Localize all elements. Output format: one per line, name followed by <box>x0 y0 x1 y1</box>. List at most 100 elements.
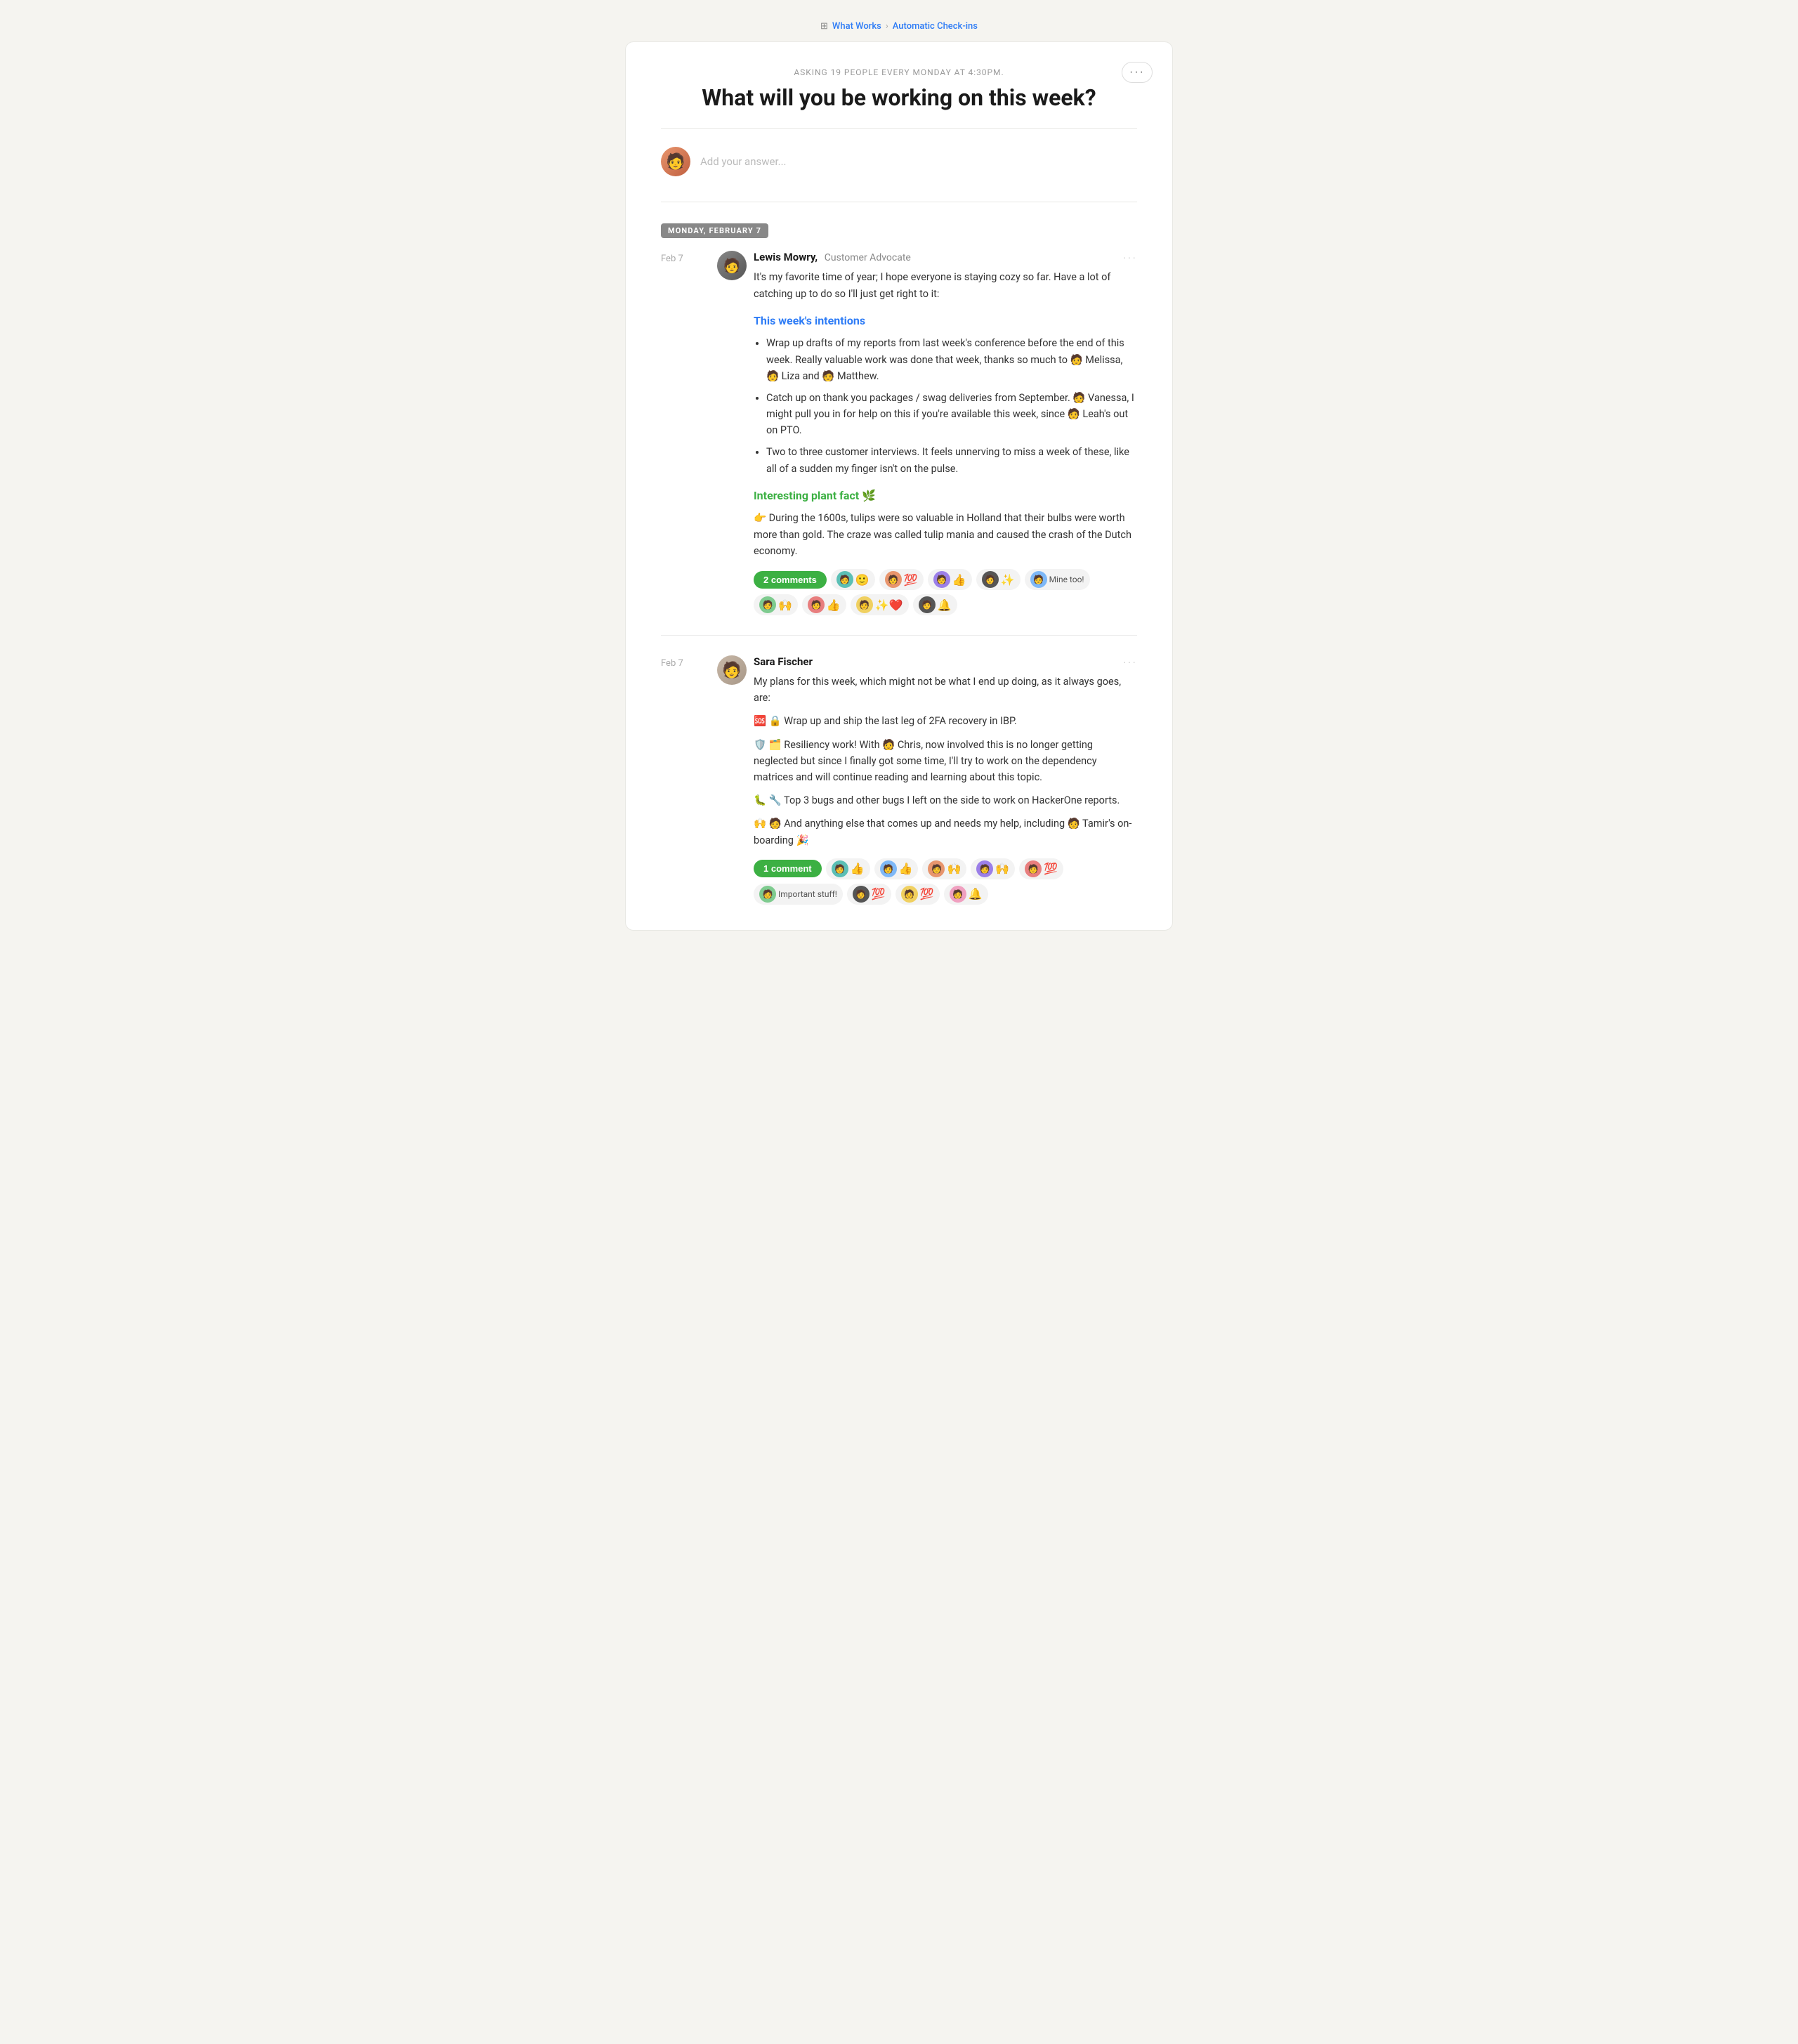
reaction-avatar: 🧑 <box>759 886 776 903</box>
bullet-item: Wrap up drafts of my reports from last w… <box>766 335 1137 384</box>
divider <box>661 128 1137 129</box>
reaction-chip[interactable]: 🧑 ✨❤️ <box>851 594 909 615</box>
reaction-chip-sara[interactable]: 🧑 💯 <box>1019 858 1063 879</box>
post-avatar-col: 🧑 <box>717 655 754 905</box>
post-body-lewis: Lewis Mowry, Customer Advocate ··· It's … <box>754 251 1137 615</box>
reaction-emoji: 🙌 <box>947 862 961 875</box>
reaction-avatar: 🧑 <box>933 571 950 588</box>
mine-too-label: Mine too! <box>1049 575 1084 584</box>
check-in-meta: Asking 19 people every Monday at 4:30pm. <box>661 67 1137 77</box>
reaction-chip-sara[interactable]: 🧑 👍 <box>826 858 870 879</box>
sara-line-4: 🙌 🧑 And anything else that comes up and … <box>754 815 1137 848</box>
reaction-chip-sara[interactable]: 🧑 🙌 <box>971 858 1015 879</box>
reaction-emoji: 🔔 <box>938 598 952 612</box>
comments-button-lewis[interactable]: 2 comments <box>754 571 827 589</box>
post-header-sara: Sara Fischer ··· <box>754 655 1137 668</box>
main-card: ··· Asking 19 people every Monday at 4:3… <box>625 41 1173 931</box>
reaction-chip-sara[interactable]: 🧑 👍 <box>874 858 919 879</box>
reaction-emoji: 💯 <box>872 887 886 900</box>
post-text: It's my favorite time of year; I hope ev… <box>754 269 1137 559</box>
post-more-button[interactable]: ··· <box>1123 251 1137 263</box>
reaction-avatar: 🧑 <box>1025 860 1042 877</box>
post-date: Feb 7 <box>661 251 717 615</box>
reaction-avatar: 🧑 <box>928 860 945 877</box>
reaction-avatar: 🧑 <box>950 886 966 903</box>
post-author: Lewis Mowry, <box>754 251 818 263</box>
reaction-emoji: 🙂 <box>855 573 870 587</box>
post-date: Feb 7 <box>661 655 717 905</box>
sara-line-2: 🛡️ 🗂️ Resiliency work! With 🧑 Chris, now… <box>754 737 1137 786</box>
post-author-line: Lewis Mowry, Customer Advocate <box>754 251 911 263</box>
important-stuff-reaction[interactable]: 🧑 Important stuff! <box>754 884 843 905</box>
reaction-chip[interactable]: 🧑 💯 <box>879 569 924 590</box>
reaction-emoji: 💯 <box>1044 862 1058 875</box>
reaction-emoji: 💯 <box>904 573 918 587</box>
sara-intro: My plans for this week, which might not … <box>754 674 1137 706</box>
more-options-button[interactable]: ··· <box>1122 62 1153 83</box>
reaction-emoji: ✨ <box>1001 573 1015 587</box>
bullet-item: Catch up on thank you packages / swag de… <box>766 390 1137 439</box>
post-avatar-col: 🧑 <box>717 251 754 615</box>
reaction-emoji: 👍 <box>827 598 841 612</box>
reaction-avatar: 🧑 <box>880 860 897 877</box>
bullet-item: Two to three customer interviews. It fee… <box>766 444 1137 476</box>
post-header: Lewis Mowry, Customer Advocate ··· <box>754 251 1137 263</box>
reaction-chip-sara[interactable]: 🧑 🔔 <box>944 884 988 905</box>
bullet-list: Wrap up drafts of my reports from last w… <box>766 335 1137 477</box>
post-text-sara: My plans for this week, which might not … <box>754 674 1137 849</box>
post-lewis: Feb 7 🧑 Lewis Mowry, Customer Advocate ·… <box>661 251 1137 636</box>
current-user-avatar: 🧑 <box>661 147 690 176</box>
post-more-button-sara[interactable]: ··· <box>1123 656 1137 667</box>
reaction-chip[interactable]: 🧑 🙂 <box>831 569 875 590</box>
section-heading-intentions: This week's intentions <box>754 312 1137 330</box>
reactions-row-lewis: 2 comments 🧑 🙂 🧑 💯 🧑 👍 🧑 <box>754 569 1137 615</box>
sara-avatar: 🧑 <box>717 655 747 685</box>
reaction-avatar: 🧑 <box>759 596 776 613</box>
reaction-avatar: 🧑 <box>901 886 918 903</box>
reaction-avatar: 🧑 <box>1030 571 1047 588</box>
reaction-avatar: 🧑 <box>832 860 848 877</box>
check-in-title: What will you be working on this week? <box>661 84 1137 111</box>
date-divider: Monday, February 7 <box>661 216 1137 251</box>
reaction-chip-sara[interactable]: 🧑 💯 <box>847 884 891 905</box>
mine-too-reaction[interactable]: 🧑 Mine too! <box>1025 569 1090 590</box>
reaction-chip-sara[interactable]: 🧑 💯 <box>895 884 940 905</box>
reaction-avatar: 🧑 <box>856 596 873 613</box>
breadcrumb-separator: › <box>886 21 888 32</box>
breadcrumb: ⊞ What Works › Automatic Check-ins <box>625 21 1173 32</box>
reaction-chip[interactable]: 🧑 🙌 <box>754 594 798 615</box>
important-stuff-label: Important stuff! <box>778 889 837 899</box>
reaction-avatar: 🧑 <box>885 571 902 588</box>
reaction-avatar: 🧑 <box>836 571 853 588</box>
post-author-sara: Sara Fischer <box>754 655 813 668</box>
post-sara: Feb 7 🧑 Sara Fischer ··· My plans for th… <box>661 655 1137 905</box>
reaction-emoji: 🔔 <box>969 887 983 900</box>
reaction-avatar: 🧑 <box>853 886 870 903</box>
add-answer-placeholder[interactable]: Add your answer... <box>700 155 787 168</box>
reactions-row-sara: 1 comment 🧑 👍 🧑 👍 🧑 🙌 🧑 <box>754 858 1137 905</box>
breadcrumb-workspace[interactable]: What Works <box>832 21 881 32</box>
comments-button-sara[interactable]: 1 comment <box>754 860 822 877</box>
reaction-emoji: 🙌 <box>778 598 792 612</box>
lewis-avatar: 🧑 <box>717 251 747 280</box>
reaction-emoji: 👍 <box>952 573 966 587</box>
reaction-chip[interactable]: 🧑 👍 <box>928 569 972 590</box>
reaction-chip-sara[interactable]: 🧑 🙌 <box>922 858 966 879</box>
breadcrumb-section[interactable]: Automatic Check-ins <box>893 21 978 32</box>
grid-icon: ⊞ <box>820 21 828 32</box>
add-answer-row: 🧑 Add your answer... <box>661 143 1137 188</box>
sara-line-3: 🐛 🔧 Top 3 bugs and other bugs I left on … <box>754 792 1137 808</box>
reaction-emoji: 💯 <box>920 887 934 900</box>
post-body-sara: Sara Fischer ··· My plans for this week,… <box>754 655 1137 905</box>
section-heading-plant: Interesting plant fact 🌿 <box>754 487 1137 505</box>
reaction-avatar: 🧑 <box>919 596 936 613</box>
reaction-avatar: 🧑 <box>976 860 993 877</box>
post-intro: It's my favorite time of year; I hope ev… <box>754 269 1137 301</box>
reaction-chip[interactable]: 🧑 ✨ <box>976 569 1021 590</box>
reaction-chip[interactable]: 🧑 👍 <box>802 594 846 615</box>
reaction-chip[interactable]: 🧑 🔔 <box>913 594 957 615</box>
reaction-emoji: ✨❤️ <box>875 598 903 612</box>
reaction-emoji: 👍 <box>899 862 913 875</box>
post-role: Customer Advocate <box>825 252 911 263</box>
reaction-emoji: 🙌 <box>995 862 1009 875</box>
